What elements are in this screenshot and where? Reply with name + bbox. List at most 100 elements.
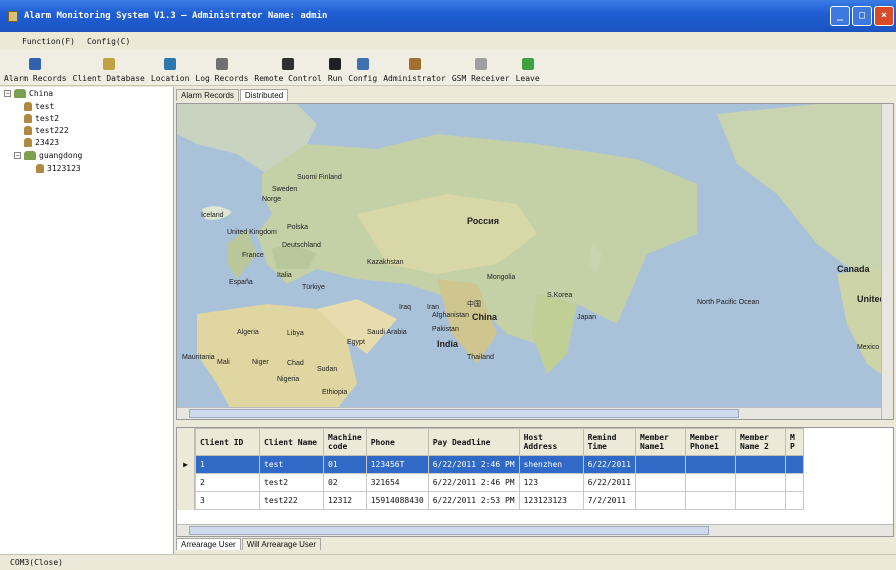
map-vertical-scrollbar[interactable] <box>881 104 893 419</box>
scroll-thumb[interactable] <box>189 409 739 418</box>
column-header[interactable]: Pay Deadline <box>427 428 520 456</box>
tree-node-root[interactable]: − China <box>4 89 53 98</box>
toolbar-button-run[interactable]: Run <box>328 58 342 83</box>
table-cell[interactable]: 123 <box>518 473 584 492</box>
toolbar-button-alarm-records[interactable]: Alarm Records <box>4 58 67 83</box>
column-header[interactable]: Remind Time <box>582 428 636 456</box>
tree-node-client[interactable]: 3123123 <box>36 164 81 173</box>
app-window: Alarm Monitoring System V1.3 — Administr… <box>0 0 896 570</box>
table-cell[interactable]: 1 <box>195 455 260 474</box>
tree-node-group[interactable]: − guangdong <box>14 151 82 160</box>
column-header[interactable]: Member Phone1 <box>684 428 736 456</box>
maximize-button[interactable]: □ <box>852 6 872 26</box>
table-cell[interactable]: 01 <box>323 455 367 474</box>
user-icon <box>24 102 32 111</box>
column-header[interactable]: Phone <box>365 428 429 456</box>
scroll-thumb[interactable] <box>189 526 709 535</box>
table-cell[interactable]: 6/22/2011 <box>582 455 636 474</box>
table-cell[interactable] <box>684 491 736 510</box>
table-cell[interactable]: shenzhen <box>518 455 584 474</box>
menu-config[interactable]: Config(C) <box>87 37 130 46</box>
column-header[interactable]: M P <box>784 428 804 456</box>
tab-will-arrearage-user[interactable]: Will Arrearage User <box>241 538 322 550</box>
minimize-button[interactable]: _ <box>830 6 850 26</box>
map-label: Ethiopia <box>322 389 348 396</box>
toolbar-button-leave[interactable]: Leave <box>516 58 540 83</box>
table-cell[interactable]: 123123123 <box>518 491 584 510</box>
tab-alarm-records[interactable]: Alarm Records <box>176 89 239 101</box>
table-cell[interactable]: 321654 <box>365 473 429 492</box>
toolbar-button-label: Run <box>327 74 343 83</box>
remote-control-icon <box>282 58 295 70</box>
table-cell[interactable] <box>734 491 786 510</box>
table-cell[interactable] <box>784 455 804 474</box>
close-button[interactable]: × <box>874 6 894 26</box>
table-row[interactable]: 1 test 01 123456T 6/22/2011 2:46 PM shenzhen 6… <box>195 455 804 474</box>
table-cell[interactable] <box>784 491 804 510</box>
table-cell[interactable]: 7/2/2011 <box>582 491 636 510</box>
table-row[interactable]: 2 test2 02 321654 6/22/2011 2:46 PM 123 6/22/2… <box>195 473 804 492</box>
table-cell[interactable]: 123456T <box>365 455 429 474</box>
toolbar-button-label: Alarm Records <box>4 74 67 83</box>
toolbar-button-config[interactable]: Config <box>348 58 377 83</box>
menu-function[interactable]: Function(F) <box>22 37 75 46</box>
toolbar-button-log-records[interactable]: Log Records <box>195 58 248 83</box>
table-cell[interactable]: 6/22/2011 2:53 PM <box>427 491 520 510</box>
world-map[interactable]: Iceland Sweden Suomi Finland Norge United Ki… <box>176 103 894 420</box>
table-cell[interactable] <box>684 455 736 474</box>
map-label: S.Korea <box>547 292 573 299</box>
collapse-icon[interactable]: − <box>14 152 21 159</box>
tree-node-client[interactable]: test <box>24 102 54 111</box>
toolbar-button-client-database[interactable]: Client Database <box>73 58 145 83</box>
table-cell[interactable]: 12312 <box>323 491 367 510</box>
map-label: Libya <box>287 330 304 337</box>
location-icon <box>164 58 177 70</box>
row-header[interactable] <box>177 474 195 492</box>
column-header[interactable]: Host Address <box>518 428 584 456</box>
map-horizontal-scrollbar[interactable] <box>177 407 893 419</box>
table-cell[interactable] <box>634 473 686 492</box>
table-cell[interactable] <box>784 473 804 492</box>
table-cell[interactable] <box>734 455 786 474</box>
map-label: Türkiye <box>302 284 325 291</box>
client-grid[interactable]: ▶ Client ID Client Name Machine code Phone P… <box>176 427 894 537</box>
column-header[interactable]: Member Name1 <box>634 428 686 456</box>
toolbar-button-gsm-receiver[interactable]: GSM Receiver <box>452 58 510 83</box>
table-cell[interactable] <box>684 473 736 492</box>
table-cell[interactable]: 02 <box>323 473 367 492</box>
map-label: Mexico <box>857 344 880 351</box>
table-row[interactable]: 3 test222 12312 15914088430 6/22/2011 2:53 P… <box>195 491 804 510</box>
tree-node-client[interactable]: test222 <box>24 126 69 135</box>
table-cell[interactable]: 6/22/2011 2:46 PM <box>427 455 520 474</box>
column-header[interactable]: Member Name 2 <box>734 428 786 456</box>
toolbar-button-location[interactable]: Location <box>151 58 189 83</box>
tree-node-client[interactable]: 23423 <box>24 138 59 147</box>
map-label: Россия <box>467 216 499 226</box>
column-header[interactable]: Machine code <box>323 428 367 456</box>
table-cell[interactable] <box>634 455 686 474</box>
column-header[interactable]: Client Name <box>259 428 324 456</box>
grid-horizontal-scrollbar[interactable] <box>177 524 893 536</box>
collapse-icon[interactable]: − <box>4 90 11 97</box>
row-header[interactable] <box>177 492 195 510</box>
map-label: 中国 <box>467 301 481 308</box>
table-cell[interactable]: test <box>259 455 324 474</box>
alarm-records-icon <box>29 58 42 70</box>
table-cell[interactable] <box>634 491 686 510</box>
table-cell[interactable]: 6/22/2011 <box>582 473 636 492</box>
tab-distributed[interactable]: Distributed <box>239 89 289 101</box>
table-cell[interactable]: 15914088430 <box>365 491 429 510</box>
column-header[interactable]: Client ID <box>195 428 260 456</box>
table-cell[interactable]: test2 <box>259 473 324 492</box>
table-cell[interactable]: test222 <box>259 491 324 510</box>
table-cell[interactable] <box>734 473 786 492</box>
table-cell[interactable]: 2 <box>195 473 260 492</box>
client-tree[interactable]: − China test test2 test222 23423 − guangdo… <box>0 87 174 554</box>
table-cell[interactable]: 3 <box>195 491 260 510</box>
tab-arrearage-user[interactable]: Arrearage User <box>176 538 241 550</box>
row-selector-icon[interactable]: ▶ <box>177 456 195 474</box>
toolbar-button-remote-control[interactable]: Remote Control <box>254 58 322 83</box>
tree-node-client[interactable]: test2 <box>24 114 59 123</box>
table-cell[interactable]: 6/22/2011 2:46 PM <box>427 473 520 492</box>
toolbar-button-administrator[interactable]: Administrator <box>383 58 446 83</box>
